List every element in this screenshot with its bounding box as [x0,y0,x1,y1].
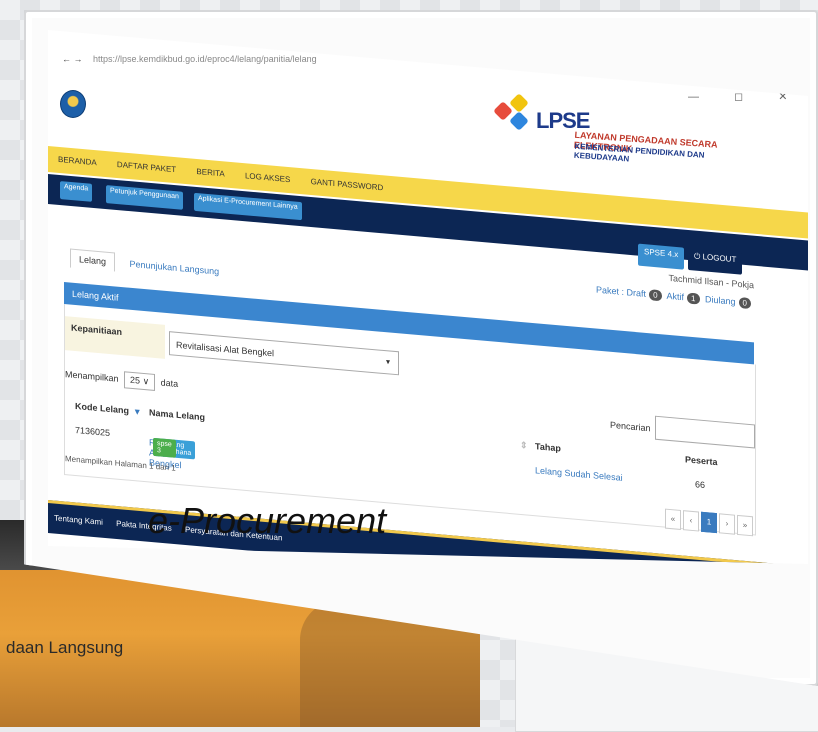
logout-label: LOGOUT [702,252,737,265]
nav-log-akses[interactable]: LOG AKSES [245,171,290,184]
col-kode-lelang[interactable]: Kode Lelang [75,401,129,416]
address-text[interactable]: https://lpse.kemdikbud.go.id/eproc4/lela… [93,54,317,64]
show-prefix: Menampilkan [65,369,119,384]
aktif-label[interactable]: Aktif [667,291,685,303]
nav-daftar-paket[interactable]: DAFTAR PAKET [117,160,176,174]
pager-page-1[interactable]: 1 [701,511,717,534]
sort-icon[interactable]: ▾ [135,406,140,417]
spse-badge: spse 3 [153,437,176,458]
pager-prev-button[interactable]: ‹ [683,510,699,532]
draft-label[interactable]: Draft [627,287,647,299]
slide-text: daan Langsung [6,638,124,657]
page-length-control: Menampilkan 25 ∨ data [65,366,178,393]
nav-berita[interactable]: BERITA [196,167,224,178]
pagination: «‹ 1 ›» [665,508,755,537]
kepanitiaan-select[interactable]: Revitalisasi Alat Bengkel ▾ [169,331,399,376]
spse-version-button[interactable]: SPSE 4.x [638,243,685,270]
cell-kode: 7136025 [75,424,111,439]
aplikasi-lain-button[interactable]: Aplikasi E-Procurement Lainnya [194,192,302,221]
cell-peserta: 66 [695,479,706,491]
pager-first-button[interactable]: « [665,508,681,530]
dropdown-caret-icon: ▾ [385,357,390,367]
nav-beranda[interactable]: BERANDA [58,155,97,167]
tab-lelang[interactable]: Lelang [70,248,116,272]
pager-last-button[interactable]: » [737,514,753,537]
logo-hex-blue [509,111,529,131]
ministry-logo-icon [60,90,86,118]
kepanitiaan-value: Revitalisasi Alat Bengkel [176,339,275,359]
col-tahap[interactable]: Tahap [535,441,561,453]
diulang-label[interactable]: Diulang [705,294,736,307]
back-forward-icon[interactable]: ← → [62,54,83,64]
page-length-value: 25 [130,374,141,386]
tab-bar: Lelang Penunjukan Langsung [70,248,231,282]
cell-tahap[interactable]: Lelang Sudah Selesai [535,465,623,483]
show-suffix: data [160,377,179,389]
caption-title: e-Procurement [148,500,387,541]
page-length-select[interactable]: 25 ∨ [124,371,156,391]
tab-penunjukan-langsung[interactable]: Penunjukan Langsung [122,254,228,281]
footer-tentang[interactable]: Tentang Kami [54,514,103,527]
nav-ganti-password[interactable]: GANTI PASSWORD [311,177,384,192]
draft-count: 0 [649,289,662,302]
sort-tahap-icon[interactable]: ⇕ [520,440,528,452]
col-peserta[interactable]: Peserta [685,454,718,467]
search-label: Pencarian [610,419,651,434]
pager-next-button[interactable]: › [719,513,735,535]
agenda-button[interactable]: Agenda [60,181,93,202]
col-nama-lelang[interactable]: Nama Lelang [149,407,205,422]
petunjuk-button[interactable]: Petunjuk Penggunaan [106,185,183,210]
paket-label: Paket : [596,284,625,297]
search-input[interactable] [655,415,755,449]
kepanitiaan-label: Kepanitiaan [65,316,165,359]
diulang-count: 0 [738,297,751,310]
user-name: Tachmid Ilsan - Pokja [668,272,754,291]
logout-button[interactable]: ⏻ LOGOUT [688,247,743,275]
aktif-count: 1 [687,292,700,305]
